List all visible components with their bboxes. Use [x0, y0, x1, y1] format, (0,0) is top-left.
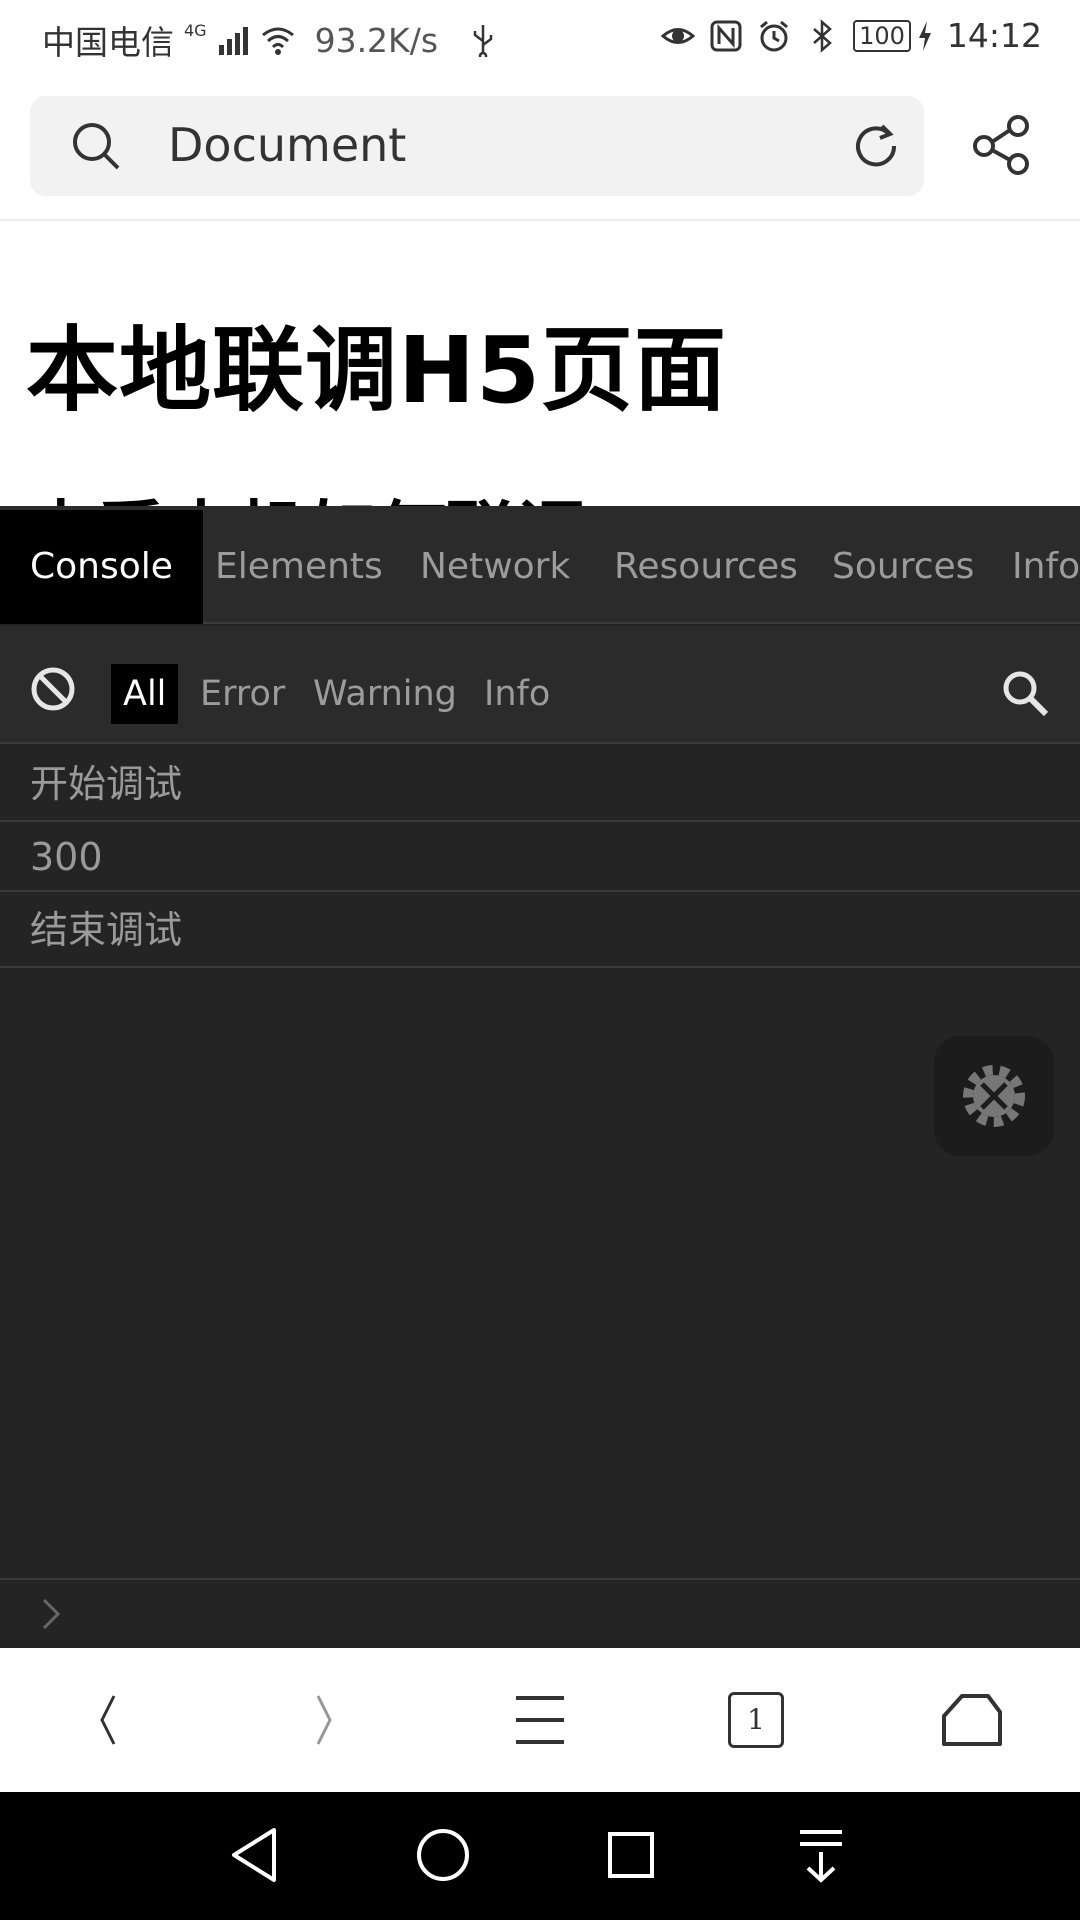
battery-level: 100 [859, 21, 905, 50]
console-filter-bar: All Error Warning Info [0, 626, 1080, 744]
forward-icon[interactable] [288, 1684, 360, 1756]
log-entry: 开始调试 [0, 746, 1080, 822]
eye-icon [661, 27, 696, 44]
settings-tools-icon [963, 1065, 1025, 1127]
tabs-button[interactable]: 1 [720, 1684, 792, 1756]
alarm-icon [760, 20, 789, 51]
charging-icon [918, 20, 931, 51]
filter-warning[interactable]: Warning [301, 664, 469, 724]
page-title: Document [168, 118, 407, 172]
network-type-label: 4G [184, 20, 207, 40]
nav-recents-icon[interactable] [598, 1822, 664, 1888]
nav-notification-icon[interactable] [788, 1822, 854, 1888]
tab-count: 1 [747, 1703, 765, 1736]
share-icon[interactable] [972, 114, 1030, 176]
system-nav-bar [0, 1792, 1080, 1920]
nav-back-icon[interactable] [224, 1822, 290, 1888]
signal-icon [218, 27, 248, 55]
status-bar: 中国电信 4G 93.2K/s 100 14:12 [0, 0, 1080, 74]
tab-resources[interactable]: Resources [584, 510, 828, 624]
filter-info[interactable]: Info [472, 664, 562, 724]
battery-icon: 100 [853, 19, 911, 52]
network-speed: 93.2K/s [314, 20, 439, 60]
devtools-panel: Console Elements Network Resources Sourc… [0, 506, 1080, 1648]
clock: 14:12 [946, 16, 1042, 55]
nfc-icon [710, 20, 742, 51]
browser-toolbar: 1 [0, 1648, 1080, 1792]
tab-network[interactable]: Network [390, 510, 600, 624]
carrier-label: 中国电信 [42, 23, 174, 62]
search-icon [73, 123, 120, 170]
log-entry: 结束调试 [0, 892, 1080, 968]
nav-home-icon[interactable] [410, 1822, 476, 1888]
devtools-toggle-button[interactable] [934, 1036, 1054, 1156]
bluetooth-icon [813, 18, 832, 53]
usb-icon [473, 25, 493, 57]
log-entry: 300 [0, 822, 1080, 892]
tab-elements[interactable]: Elements [185, 510, 413, 624]
filter-all[interactable]: All [111, 664, 179, 724]
tab-info[interactable]: Info [982, 510, 1080, 624]
home-icon[interactable] [936, 1684, 1008, 1756]
tab-console[interactable]: Console [0, 510, 203, 624]
console-search-icon[interactable] [1000, 668, 1050, 718]
filter-error[interactable]: Error [188, 664, 297, 724]
clear-console-icon[interactable] [30, 666, 76, 712]
tabs-icon: 1 [728, 1692, 784, 1748]
console-input[interactable] [0, 1578, 1080, 1648]
chevron-right-icon [42, 1598, 61, 1630]
reload-icon[interactable] [850, 120, 902, 172]
tab-sources[interactable]: Sources [802, 510, 1004, 624]
address-bar[interactable]: Document [30, 96, 924, 196]
back-icon[interactable] [72, 1684, 144, 1756]
devtools-tab-bar: Console Elements Network Resources Sourc… [0, 506, 1080, 624]
page-heading: 本地联调H5页面 [26, 317, 728, 424]
divider [0, 219, 1080, 221]
menu-icon[interactable] [504, 1684, 576, 1756]
wifi-icon [261, 27, 294, 55]
